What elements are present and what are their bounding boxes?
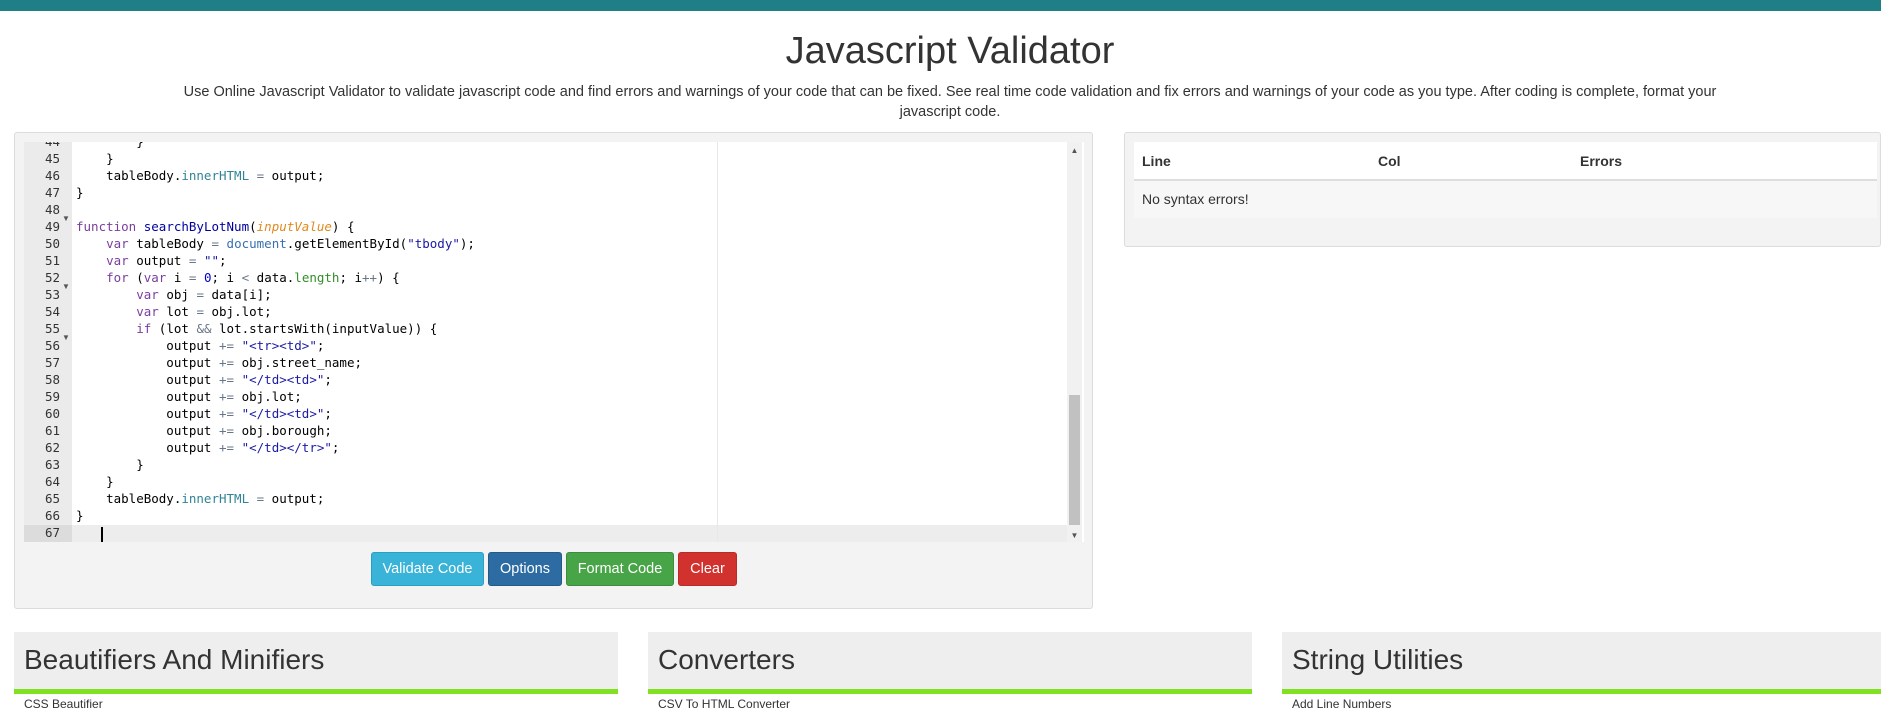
code-line: var output = ""; bbox=[106, 253, 227, 268]
fold-arrow-icon[interactable]: ▼ bbox=[62, 278, 70, 295]
code-line: output += obj.lot; bbox=[76, 389, 302, 404]
line-number: 64 bbox=[44, 474, 60, 489]
code-line: output += "</td></tr>"; bbox=[76, 440, 340, 455]
line-number: 60 bbox=[44, 406, 60, 421]
line-number: 59 bbox=[44, 389, 60, 404]
fold-arrow-icon[interactable]: ▼ bbox=[62, 329, 70, 346]
scroll-down-icon[interactable]: ▼ bbox=[1067, 531, 1082, 540]
line-number: 50 bbox=[44, 236, 60, 251]
card-title: String Utilities bbox=[1292, 644, 1464, 675]
scroll-up-icon[interactable]: ▲ bbox=[1067, 146, 1082, 155]
code-line: } bbox=[76, 474, 114, 489]
line-number: 48 bbox=[44, 202, 60, 217]
line-number: 44 bbox=[24, 142, 60, 150]
card-link[interactable]: CSV To HTML Converter bbox=[658, 697, 790, 708]
code-line: var tableBody = document.getElementById(… bbox=[106, 236, 475, 251]
format-code-button[interactable]: Format Code bbox=[566, 552, 674, 586]
card-link[interactable]: Add Line Numbers bbox=[1292, 697, 1391, 708]
column-header-errors: Errors bbox=[1580, 153, 1623, 169]
line-number: 61 bbox=[44, 423, 60, 438]
code-line: } bbox=[76, 142, 144, 150]
page-title: Javascript Validator bbox=[785, 30, 1115, 72]
line-number: 65 bbox=[44, 491, 60, 506]
line-number: 67 bbox=[44, 525, 60, 540]
code-line: var lot = obj.lot; bbox=[136, 304, 272, 319]
code-line: tableBody.innerHTML = output; bbox=[76, 168, 325, 183]
line-number: 54 bbox=[44, 304, 60, 319]
line-number: 57 bbox=[44, 355, 60, 370]
code-line: } bbox=[76, 508, 84, 523]
print-margin bbox=[717, 142, 718, 542]
code-line: output += "<tr><td>"; bbox=[76, 338, 325, 353]
card-body: CSS Beautifier bbox=[14, 694, 618, 708]
code-line: for (var i = 0; i < data.length; i++) { bbox=[106, 270, 400, 285]
code-line: } bbox=[76, 185, 84, 200]
line-number: 56 bbox=[44, 338, 60, 353]
line-number: 55 bbox=[44, 321, 60, 336]
line-number: 45 bbox=[44, 151, 60, 166]
line-number: 62 bbox=[44, 440, 60, 455]
line-number: 46 bbox=[44, 168, 60, 183]
card-string-utilities: String Utilities Add Line Numbers bbox=[1282, 632, 1881, 708]
code-line: output += obj.street_name; bbox=[76, 355, 362, 370]
card-title: Beautifiers And Minifiers bbox=[24, 644, 325, 675]
card-beautifiers: Beautifiers And Minifiers CSS Beautifier bbox=[14, 632, 618, 708]
top-accent-bar bbox=[0, 0, 1881, 11]
code-line: function searchByLotNum(inputValue) { bbox=[76, 219, 355, 234]
text-cursor bbox=[101, 527, 103, 542]
line-number: 53 bbox=[44, 287, 60, 302]
code-line: output += "</td><td>"; bbox=[76, 406, 332, 421]
results-header-row: Line Col Errors bbox=[1134, 142, 1877, 181]
code-line: tableBody.innerHTML = output; bbox=[76, 491, 325, 506]
code-line: output += obj.borough; bbox=[76, 423, 332, 438]
card-converters: Converters CSV To HTML Converter bbox=[648, 632, 1252, 708]
code-line: output += "</td><td>"; bbox=[76, 372, 332, 387]
line-number: 63 bbox=[44, 457, 60, 472]
line-number: 49 bbox=[44, 219, 60, 234]
page-description: Use Online Javascript Validator to valid… bbox=[183, 84, 1717, 120]
options-button[interactable]: Options bbox=[488, 552, 562, 586]
card-body: CSV To HTML Converter bbox=[648, 694, 1252, 708]
clear-button[interactable]: Clear bbox=[678, 552, 737, 586]
active-line-highlight bbox=[72, 525, 1072, 542]
validate-code-button[interactable]: Validate Code bbox=[371, 552, 484, 586]
code-line: if (lot && lot.startsWith(inputValue)) { bbox=[136, 321, 438, 336]
editor-scrollbar[interactable]: ▲ ▼ bbox=[1067, 142, 1082, 542]
card-link[interactable]: CSS Beautifier bbox=[24, 697, 103, 708]
card-title: Converters bbox=[658, 644, 795, 675]
line-number: 58 bbox=[44, 372, 60, 387]
column-header-col: Col bbox=[1378, 153, 1401, 169]
results-row: No syntax errors! bbox=[1134, 181, 1877, 218]
line-number: 51 bbox=[44, 253, 60, 268]
code-line: } bbox=[76, 457, 144, 472]
line-number: 52 bbox=[44, 270, 60, 285]
line-number: 66 bbox=[44, 508, 60, 523]
code-line: var obj = data[i]; bbox=[136, 287, 272, 302]
results-message: No syntax errors! bbox=[1142, 191, 1249, 207]
card-body: Add Line Numbers bbox=[1282, 694, 1881, 708]
code-line: } bbox=[76, 151, 114, 166]
fold-arrow-icon[interactable]: ▼ bbox=[62, 210, 70, 227]
column-header-line: Line bbox=[1142, 153, 1171, 169]
line-number: 47 bbox=[44, 185, 60, 200]
code-editor[interactable]: 4445 46 47 48 49 50 51 52 53 54 55 56 57 58 59 60 61 62 63… bbox=[24, 142, 1084, 542]
scrollbar-thumb[interactable] bbox=[1069, 395, 1080, 525]
results-table: Line Col Errors No syntax errors! bbox=[1134, 142, 1877, 218]
